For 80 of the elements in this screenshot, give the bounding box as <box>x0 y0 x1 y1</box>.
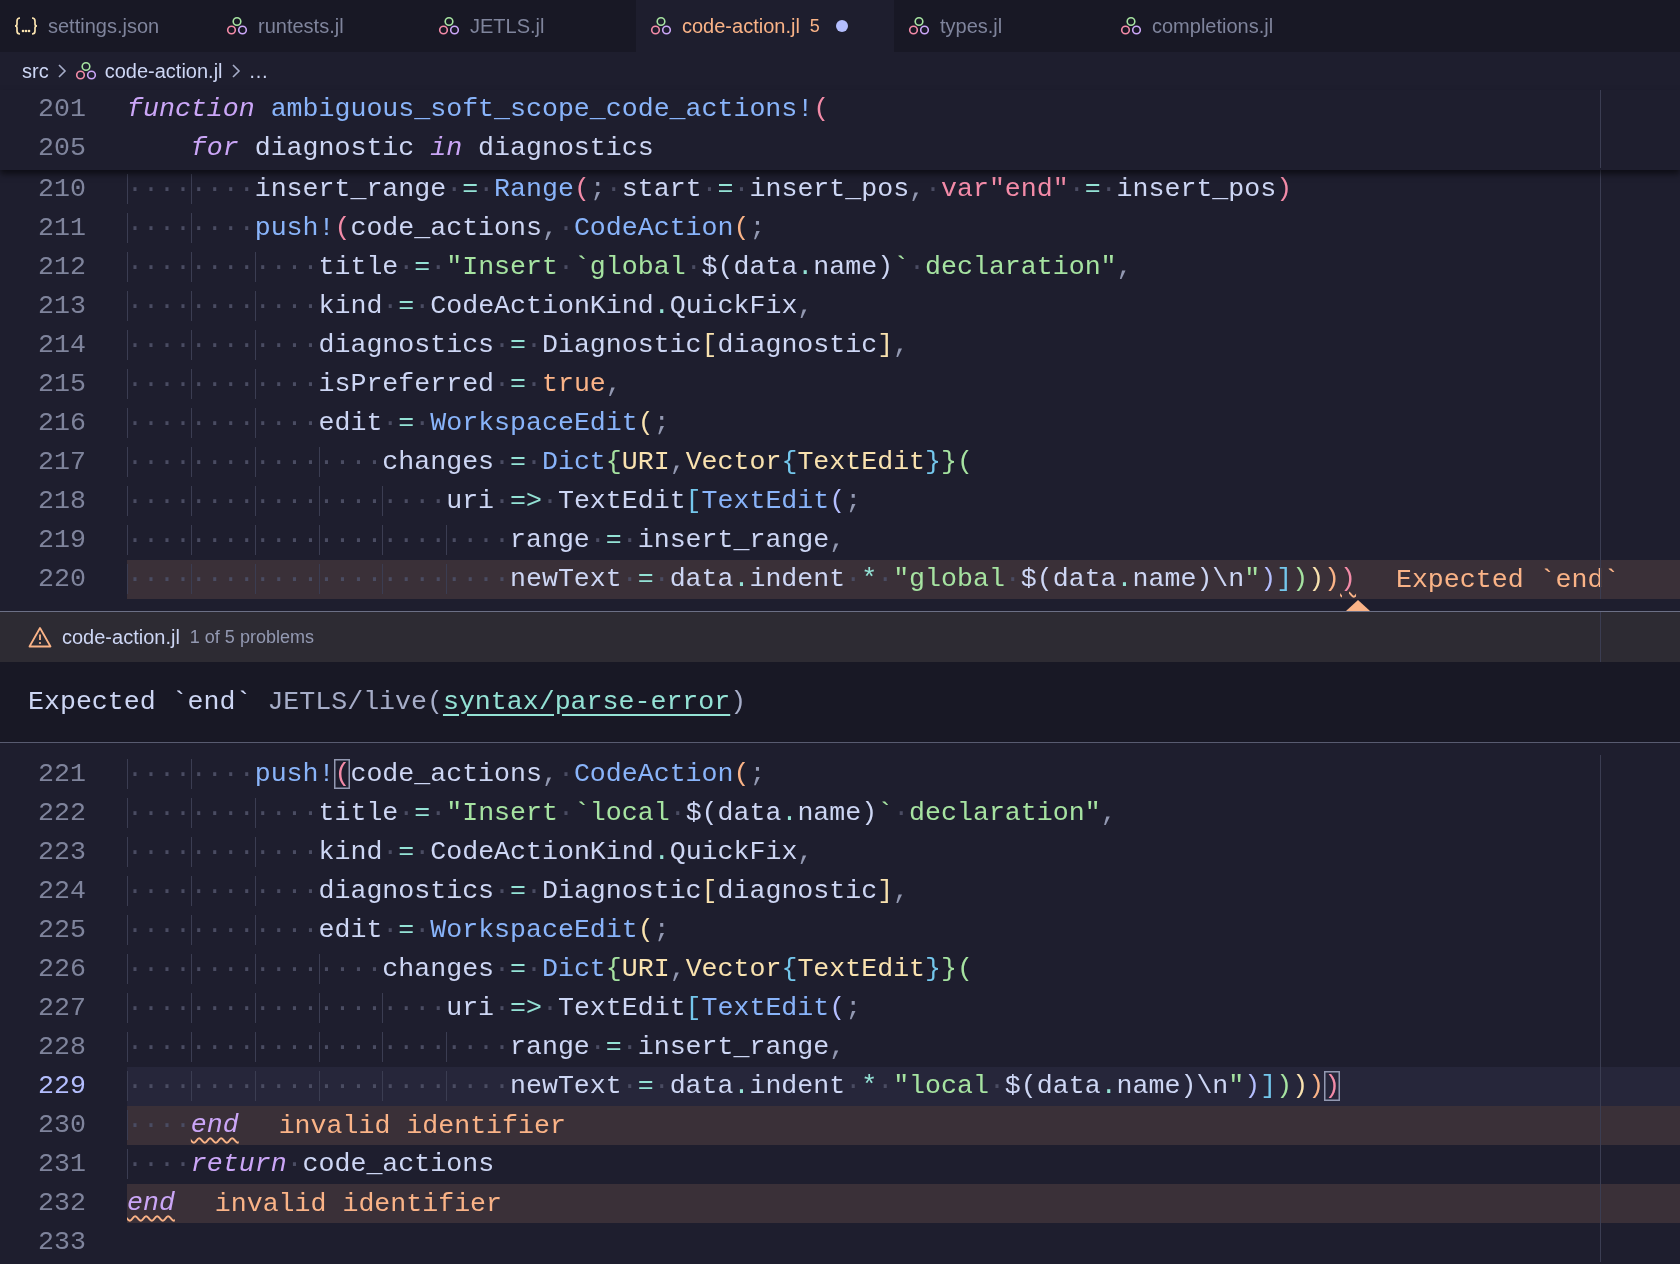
breadcrumb-item[interactable]: code-action.jl <box>104 59 223 83</box>
code-line: ················changes·=·Dict{URI,Vector{TextEdit}}( <box>127 953 973 986</box>
line-number: 232 <box>37 1187 86 1220</box>
problem-message: Expected `end` <box>28 687 253 717</box>
code-line: ························range·=·insert_range, <box>127 1031 846 1064</box>
problem-count: 5 <box>809 15 820 37</box>
line-number: 226 <box>37 953 86 986</box>
pointer-icon <box>1346 600 1370 611</box>
code-line: ········insert_range·=·Range(;·start·=·insert_pos,·var"end"·=·insert_pos) <box>127 173 1293 206</box>
warning-icon <box>28 626 52 648</box>
julia-icon <box>438 16 460 36</box>
line-number: 230 <box>37 1109 86 1142</box>
line-number: 218 <box>37 485 86 518</box>
code-line: function ambiguous_soft_scope_code_actions!( <box>127 93 830 126</box>
line-number: 205 <box>37 132 86 165</box>
inline-diagnostic: invalid identifier <box>214 1188 503 1219</box>
problem-source: ) <box>730 687 747 717</box>
julia-icon <box>74 61 97 81</box>
line-number: 221 <box>37 758 86 791</box>
line-number: 227 <box>37 992 86 1025</box>
line-number: 210 <box>37 173 86 206</box>
julia-icon <box>226 16 248 36</box>
breadcrumb-item[interactable]: … <box>248 59 269 83</box>
line-number: 217 <box>37 446 86 479</box>
code-line: ········push!(code_actions,·CodeAction(; <box>127 758 766 791</box>
julia-icon <box>1120 16 1142 36</box>
code-line: ························newText·=·data.indent·*·"local·$(data.name)\n")])))) <box>127 1070 1341 1103</box>
problem-position: 1 of 5 problems <box>189 626 314 648</box>
code-line: ····end <box>127 1109 239 1142</box>
line-number: 201 <box>37 93 86 126</box>
line-number: 214 <box>37 329 86 362</box>
code-line: ············kind·=·CodeActionKind.QuickFix, <box>127 836 814 869</box>
line-number: 223 <box>37 836 86 869</box>
line-number: 233 <box>37 1226 86 1259</box>
code-line: ····················uri·=>·TextEdit[TextEdit(; <box>127 992 862 1025</box>
line-number: 225 <box>37 914 86 947</box>
line-number: 229 <box>37 1070 86 1103</box>
line-number: 212 <box>37 251 86 284</box>
line-number: 216 <box>37 407 86 440</box>
code-line: end <box>127 1187 175 1220</box>
line-number: 211 <box>37 212 86 245</box>
line-number: 228 <box>37 1031 86 1064</box>
editor-tab[interactable]: runtests.jl <box>212 0 424 52</box>
julia-icon <box>908 16 930 36</box>
code-line: ············diagnostics·=·Diagnostic[diagnostic], <box>127 875 910 908</box>
code-line: ············edit·=·WorkspaceEdit(; <box>127 407 670 440</box>
line-number: 231 <box>37 1148 86 1181</box>
editor-tab[interactable]: settings.json <box>0 0 212 52</box>
line-number: 220 <box>37 563 86 596</box>
editor-tab[interactable]: JETLS.jl <box>424 0 636 52</box>
code-line: ····return·code_actions <box>127 1148 495 1181</box>
julia-icon <box>650 16 672 36</box>
code-line: ················changes·=·Dict{URI,Vector{TextEdit}}( <box>127 446 973 479</box>
code-line: ············isPreferred·=·true, <box>127 368 622 401</box>
breadcrumb-item[interactable]: src <box>22 59 49 83</box>
line-number: 215 <box>37 368 86 401</box>
editor-tab[interactable]: code-action.jl 5 <box>636 0 894 52</box>
editor-tab[interactable]: completions.jl <box>1106 0 1350 52</box>
code-line: ········push!(code_actions,·CodeAction(; <box>127 212 766 245</box>
problem-source: JETLS/live( <box>267 687 443 717</box>
code-line: ····················uri·=>·TextEdit[TextEdit(; <box>127 485 862 518</box>
line-number: 219 <box>37 524 86 557</box>
inline-diagnostic: invalid identifier <box>278 1110 566 1141</box>
code-line: ············edit·=·WorkspaceEdit(; <box>127 914 670 947</box>
line-number: 224 <box>37 875 86 908</box>
code-line: ············kind·=·CodeActionKind.QuickFix, <box>127 290 814 323</box>
code-line: ························range·=·insert_range, <box>127 524 846 557</box>
problem-code-link[interactable]: syntax/parse-error <box>442 687 731 717</box>
peek-file-name: code-action.jl <box>62 625 180 649</box>
editor-tab[interactable]: types.jl <box>894 0 1106 52</box>
chevron-icon <box>56 63 67 79</box>
braces-icon <box>14 16 38 36</box>
code-line: ············title·=·"Insert·`local·$(data.name)`·declaration", <box>127 797 1117 830</box>
code-line: ············diagnostics·=·Diagnostic[diagnostic], <box>127 329 910 362</box>
code-line: ············title·=·"Insert·`global·$(data.name)`·declaration", <box>127 251 1133 284</box>
chevron-icon <box>230 63 241 79</box>
line-number: 213 <box>37 290 86 323</box>
code-line: for diagnostic in diagnostics <box>189 132 654 165</box>
code-line: ························newText·=·data.indent·*·"global·$(data.name)\n")])))) <box>127 563 1357 596</box>
line-number: 222 <box>37 797 86 830</box>
